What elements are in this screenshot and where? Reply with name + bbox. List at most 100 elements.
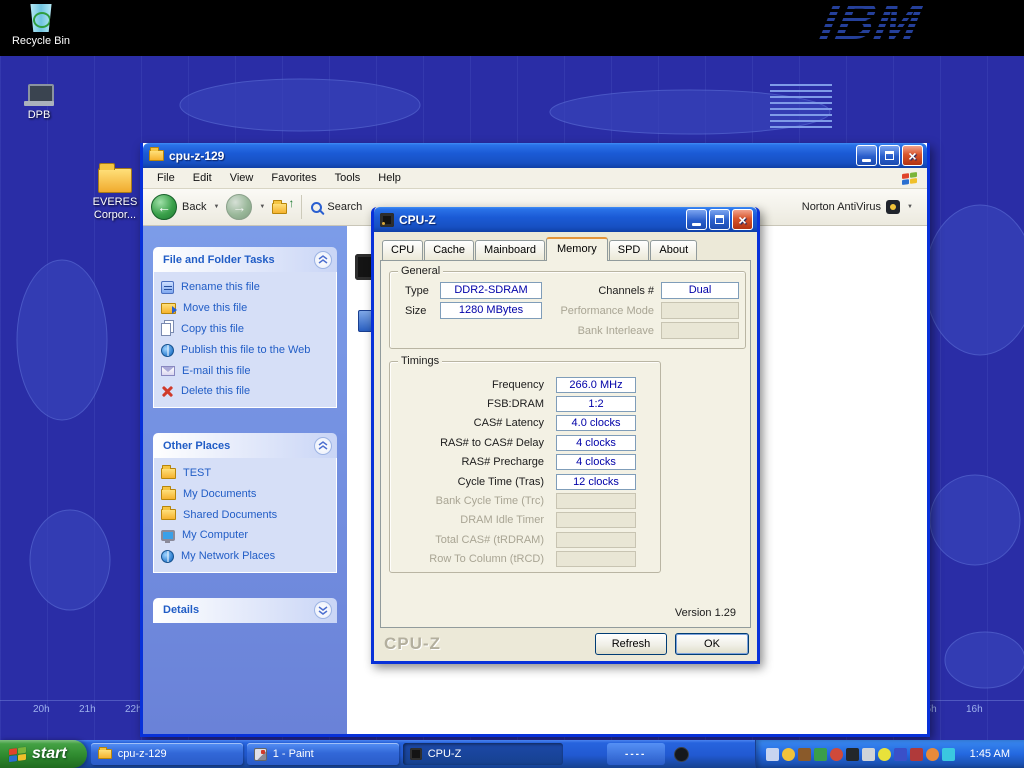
task-copy-file[interactable]: Copy this file bbox=[161, 323, 329, 336]
tray-icon[interactable] bbox=[942, 748, 955, 761]
forward-icon[interactable]: → bbox=[226, 194, 252, 220]
tray-icon[interactable] bbox=[910, 748, 923, 761]
up-folder-icon[interactable]: ↑ bbox=[272, 199, 292, 215]
taskbar-button-cpuz-folder[interactable]: cpu-z-129 bbox=[91, 743, 243, 765]
tray-icon[interactable] bbox=[894, 748, 907, 761]
timing-label: Bank Cycle Time (Trc) bbox=[436, 495, 544, 507]
start-button[interactable]: start bbox=[0, 740, 87, 768]
menu-tools[interactable]: Tools bbox=[327, 170, 369, 186]
minimize-button[interactable] bbox=[686, 209, 707, 230]
other-places-header[interactable]: Other Places bbox=[153, 433, 337, 458]
timing-row-cas-latency: CAS# Latency4.0 clocks bbox=[390, 414, 660, 433]
ok-button[interactable]: OK bbox=[675, 633, 749, 655]
close-button[interactable]: × bbox=[902, 145, 923, 166]
tray-icon[interactable] bbox=[814, 748, 827, 761]
forward-dropdown-icon[interactable]: ▼ bbox=[259, 204, 265, 210]
timezone-label: 21h bbox=[79, 704, 96, 715]
tray-icon[interactable] bbox=[926, 748, 939, 761]
timing-row-ras-to-cas: RAS# to CAS# Delay4 clocks bbox=[390, 433, 660, 452]
task-email-file[interactable]: E-mail this file bbox=[161, 365, 329, 378]
channels-label: Channels # bbox=[568, 283, 654, 300]
timings-group-title: Timings bbox=[398, 355, 442, 367]
tray-icon[interactable] bbox=[798, 748, 811, 761]
menu-file[interactable]: File bbox=[149, 170, 183, 186]
minimize-button[interactable] bbox=[856, 145, 877, 166]
task-move-file[interactable]: Move this file bbox=[161, 302, 329, 315]
cpuz-dialog: CPU-Z × CPU Cache Mainboard Memory SPD A… bbox=[371, 207, 760, 664]
tab-cache[interactable]: Cache bbox=[424, 240, 474, 260]
tray-icon[interactable] bbox=[766, 748, 779, 761]
close-button[interactable]: × bbox=[732, 209, 753, 230]
tray-icon[interactable] bbox=[782, 748, 795, 761]
back-dropdown-icon[interactable]: ▼ bbox=[213, 204, 219, 210]
place-label: My Network Places bbox=[181, 550, 275, 563]
timing-row-row-to-column: Row To Column (tRCD) bbox=[390, 550, 660, 569]
menu-edit[interactable]: Edit bbox=[185, 170, 220, 186]
system-tray: 1:45 AM bbox=[755, 740, 1024, 768]
desktop-icon-recycle-bin[interactable]: Recycle Bin bbox=[8, 4, 74, 48]
performance-mode-value bbox=[661, 302, 739, 319]
taskbar-clock: 1:45 AM bbox=[958, 748, 1020, 760]
taskbar-button-cpuz-active[interactable]: CPU-Z bbox=[403, 743, 563, 765]
toolbar-separator bbox=[301, 195, 302, 219]
norton-dropdown-icon[interactable]: ▼ bbox=[907, 204, 913, 210]
place-my-network[interactable]: My Network Places bbox=[161, 550, 329, 563]
place-shared-documents[interactable]: Shared Documents bbox=[161, 509, 329, 522]
folder-icon bbox=[161, 489, 176, 500]
timing-row-fsb-dram: FSB:DRAM1:2 bbox=[390, 394, 660, 413]
maximize-button[interactable] bbox=[709, 209, 730, 230]
refresh-button[interactable]: Refresh bbox=[595, 633, 667, 655]
tab-mainboard[interactable]: Mainboard bbox=[475, 240, 545, 260]
back-label[interactable]: Back bbox=[182, 201, 206, 213]
task-delete-file[interactable]: Delete this file bbox=[161, 385, 329, 398]
desktop-icon-label: Recycle Bin bbox=[12, 35, 70, 48]
collapse-chevron-icon[interactable] bbox=[314, 251, 332, 269]
tab-about[interactable]: About bbox=[650, 240, 697, 260]
menu-help[interactable]: Help bbox=[370, 170, 409, 186]
recycle-bin-icon bbox=[29, 4, 53, 32]
tray-icon[interactable] bbox=[830, 748, 843, 761]
timing-row-frequency: Frequency266.0 MHz bbox=[390, 375, 660, 394]
place-test[interactable]: TEST bbox=[161, 467, 329, 480]
computer-icon bbox=[161, 530, 175, 541]
bank-interleave-value bbox=[661, 322, 739, 339]
task-rename-file[interactable]: Rename this file bbox=[161, 281, 329, 294]
taskbar-button-paint[interactable]: 1 - Paint bbox=[247, 743, 399, 765]
place-my-documents[interactable]: My Documents bbox=[161, 488, 329, 501]
chip-icon bbox=[380, 213, 394, 227]
back-icon[interactable]: ← bbox=[151, 194, 177, 220]
tab-memory[interactable]: Memory bbox=[546, 237, 608, 261]
details-header[interactable]: Details bbox=[153, 598, 337, 623]
place-my-computer[interactable]: My Computer bbox=[161, 529, 329, 542]
search-icon[interactable] bbox=[311, 202, 322, 213]
tray-icon[interactable] bbox=[862, 748, 875, 761]
task-publish-file[interactable]: Publish this file to the Web bbox=[161, 344, 329, 357]
tab-cpu[interactable]: CPU bbox=[382, 240, 423, 260]
folder-icon bbox=[161, 468, 176, 479]
norton-antivirus-band[interactable]: Norton AntiVirus ▼ bbox=[802, 200, 919, 214]
web-publish-icon bbox=[161, 344, 174, 357]
place-label: TEST bbox=[183, 467, 211, 480]
tray-icon[interactable] bbox=[846, 748, 859, 761]
explorer-titlebar[interactable]: cpu-z-129 × bbox=[143, 143, 927, 168]
desktop-icon-everes[interactable]: EVERES Corpor... bbox=[82, 168, 148, 222]
search-label[interactable]: Search bbox=[327, 201, 362, 213]
taskbar-overflow-band[interactable]: ---- bbox=[607, 743, 665, 765]
timing-value bbox=[556, 551, 636, 567]
copy-icon bbox=[161, 323, 171, 336]
maximize-button[interactable] bbox=[879, 145, 900, 166]
cpuz-titlebar[interactable]: CPU-Z × bbox=[374, 207, 757, 232]
collapse-chevron-icon[interactable] bbox=[314, 437, 332, 455]
windows-logo-icon bbox=[902, 171, 917, 184]
explorer-task-pane: File and Folder Tasks Rename this file M… bbox=[143, 226, 347, 734]
file-tasks-header[interactable]: File and Folder Tasks bbox=[153, 247, 337, 272]
taskbar-app-icon[interactable] bbox=[674, 747, 689, 762]
expand-chevron-icon[interactable] bbox=[314, 601, 332, 619]
desktop-icon-dpb[interactable]: DPB bbox=[6, 84, 72, 122]
menu-view[interactable]: View bbox=[222, 170, 262, 186]
tray-icon[interactable] bbox=[878, 748, 891, 761]
menu-favorites[interactable]: Favorites bbox=[263, 170, 324, 186]
timing-value: 4 clocks bbox=[556, 435, 636, 451]
tab-spd[interactable]: SPD bbox=[609, 240, 650, 260]
task-label: Rename this file bbox=[181, 281, 260, 294]
